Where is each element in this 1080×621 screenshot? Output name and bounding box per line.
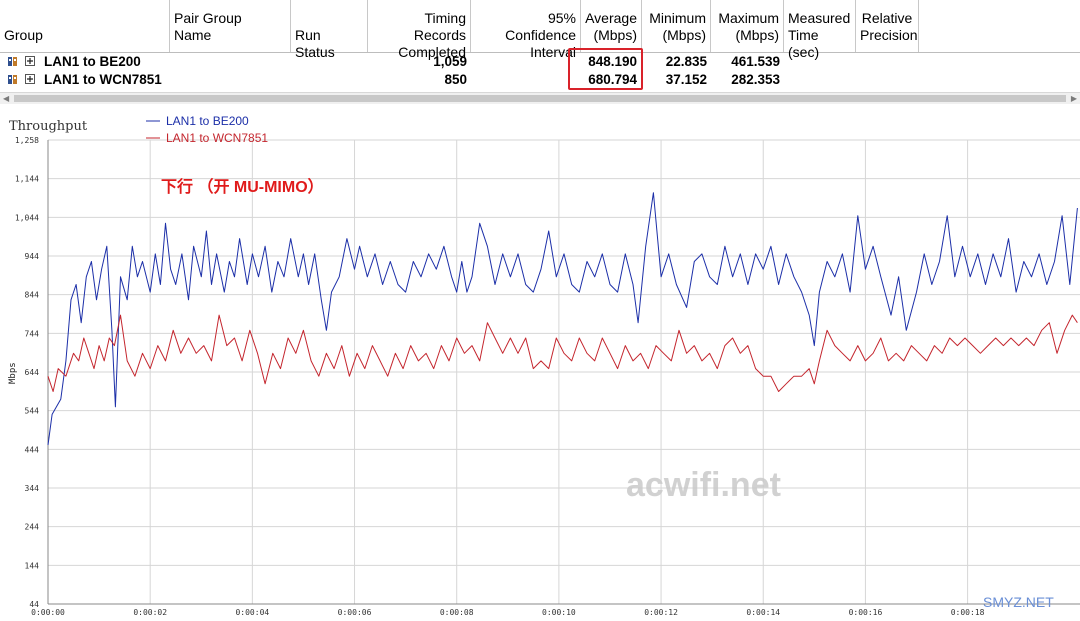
col-header-pair-group-name[interactable]: Pair Group Name xyxy=(170,0,291,52)
results-table-header: Group Pair Group Name Run Status Timing … xyxy=(0,0,1080,60)
row-maximum: 282.353 xyxy=(731,72,780,87)
col-header-minimum[interactable]: Minimum (Mbps) xyxy=(642,0,711,52)
y-tick-label: 544 xyxy=(25,407,40,416)
corner-watermark: SMYZ.NET xyxy=(983,594,1054,610)
row-pair-name: LAN1 to BE200 xyxy=(44,54,141,69)
throughput-chart: 1,258 1,144 1,044 944 844 744 644 544 444 344 244 1… xyxy=(0,104,1080,621)
col-header-group-label: Group xyxy=(4,27,43,43)
y-tick-label: 144 xyxy=(25,561,40,570)
col-header-maximum-line2: (Mbps) xyxy=(735,27,779,43)
col-header-pair-group-name-line2: Name xyxy=(174,27,212,43)
row-minimum: 37.152 xyxy=(665,72,707,87)
col-header-minimum-line2: (Mbps) xyxy=(662,27,706,43)
y-tick-label: 644 xyxy=(25,368,40,377)
col-header-timing-records[interactable]: Timing Records Completed xyxy=(368,0,471,60)
y-tick-label: 244 xyxy=(25,523,40,532)
average-highlight-box xyxy=(568,48,643,90)
pair-icon xyxy=(8,57,17,66)
col-header-timing-records-line1: Timing Records xyxy=(413,10,466,43)
col-header-average-line1: Average xyxy=(585,10,637,26)
x-tick-label: 0:00:08 xyxy=(440,608,474,617)
x-tick-label: 0:00:18 xyxy=(951,608,985,617)
x-tick-label: 0:00:00 xyxy=(31,608,65,617)
legend-label-wcn7851: LAN1 to WCN7851 xyxy=(166,131,268,145)
col-header-group[interactable]: Group xyxy=(0,0,170,52)
y-tick-label: 344 xyxy=(25,484,40,493)
y-tick-label: 844 xyxy=(25,291,40,300)
col-header-relative-precision[interactable]: Relative Precision xyxy=(856,0,919,52)
x-tick-label: 0:00:16 xyxy=(849,608,883,617)
chart-annotation: 下行 （开 MU-MIMO） xyxy=(161,177,324,196)
row-pair-name: LAN1 to WCN7851 xyxy=(44,72,162,87)
x-tick-label: 0:00:14 xyxy=(746,608,780,617)
x-tick-label: 0:00:02 xyxy=(133,608,167,617)
col-header-maximum-line1: Maximum xyxy=(718,10,779,26)
y-tick-label: 1,144 xyxy=(15,175,39,184)
y-axis-label: Mbps xyxy=(8,362,18,384)
y-tick-label: 1,044 xyxy=(15,213,39,222)
row-minimum: 22.835 xyxy=(665,54,707,69)
x-tick-label: 0:00:04 xyxy=(235,608,269,617)
scroll-left-icon[interactable]: ◀ xyxy=(3,94,9,103)
row-records: 1,059 xyxy=(433,54,467,69)
col-header-confidence-interval-line1: 95% Confidence xyxy=(505,10,576,43)
col-header-relative-precision-line2: Precision xyxy=(860,27,918,43)
col-header-measured-time[interactable]: Measured Time (sec) xyxy=(784,0,856,60)
y-tick-label: 944 xyxy=(25,252,40,261)
row-maximum: 461.539 xyxy=(731,54,780,69)
x-tick-label: 0:00:06 xyxy=(338,608,372,617)
pair-icon xyxy=(8,75,17,84)
col-header-confidence-interval[interactable]: 95% Confidence Interval xyxy=(471,0,581,60)
chart-title: Throughput xyxy=(9,119,88,134)
col-header-relative-precision-line1: Relative xyxy=(861,10,913,26)
scroll-thumb[interactable] xyxy=(14,95,1066,102)
y-tick-label: 744 xyxy=(25,329,40,338)
col-header-maximum[interactable]: Maximum (Mbps) xyxy=(711,0,784,52)
table-row[interactable]: LAN1 to BE200 1,059 848.190 22.835 461.5… xyxy=(0,53,1080,70)
col-header-average-line2: (Mbps) xyxy=(593,27,637,43)
col-header-measured-time-line1: Measured xyxy=(788,10,851,26)
col-header-minimum-line1: Minimum xyxy=(649,10,706,26)
expand-icon[interactable] xyxy=(25,74,35,85)
col-header-pair-group-name-line1: Pair Group xyxy=(174,10,242,26)
table-row[interactable]: LAN1 to WCN7851 850 680.794 37.152 282.3… xyxy=(0,71,1080,88)
watermark: acwifi.net xyxy=(626,466,781,504)
row-records: 850 xyxy=(444,72,467,87)
x-tick-label: 0:00:10 xyxy=(542,608,576,617)
col-header-run-status[interactable]: Run Status xyxy=(291,0,368,60)
legend-label-be200: LAN1 to BE200 xyxy=(166,114,249,128)
scroll-right-icon[interactable]: ▶ xyxy=(1071,94,1077,103)
y-tick-label: 1,258 xyxy=(15,136,39,145)
col-header-average[interactable]: Average (Mbps) xyxy=(581,0,642,52)
x-tick-label: 0:00:12 xyxy=(644,608,678,617)
expand-icon[interactable] xyxy=(25,56,35,67)
y-tick-label: 444 xyxy=(25,445,40,454)
